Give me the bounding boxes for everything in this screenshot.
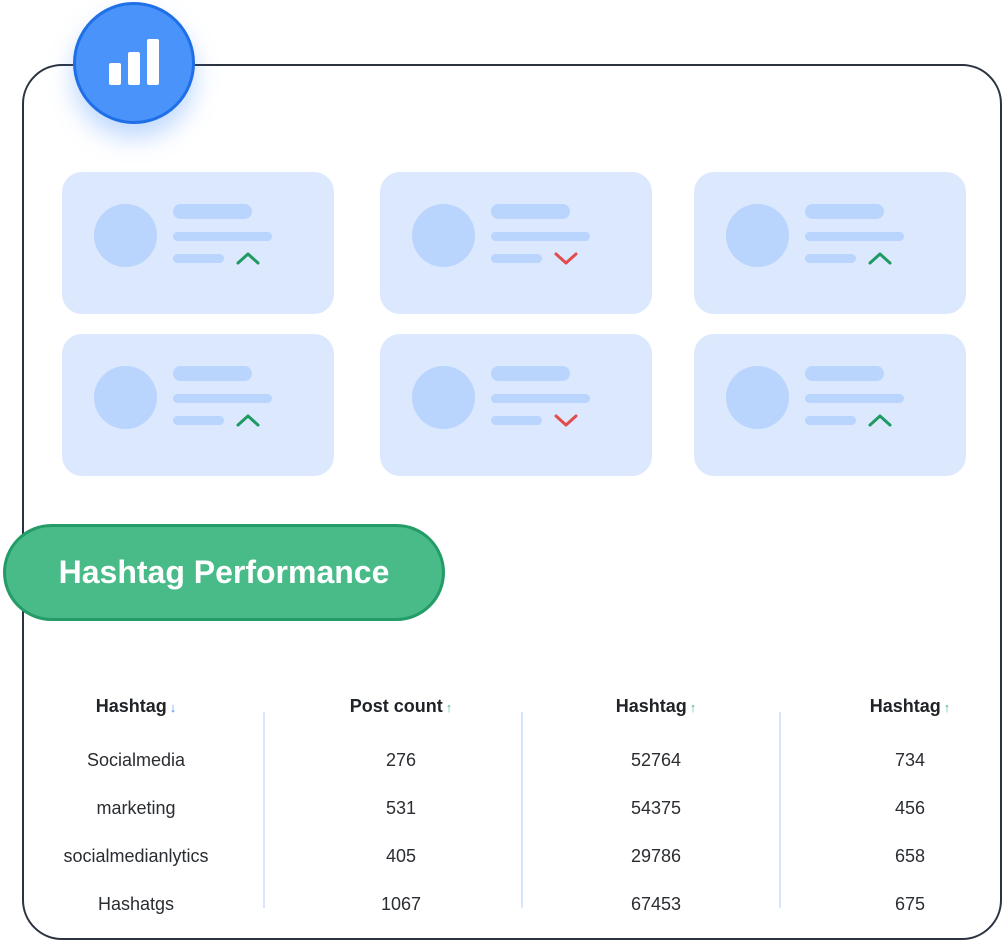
table-cell: 1067 (380, 894, 422, 914)
card-title-placeholder (805, 204, 884, 219)
chevron-down-icon (554, 252, 578, 265)
chevron-up-icon (868, 414, 892, 427)
metric-card (380, 172, 652, 314)
table-cell: 675 (894, 894, 926, 914)
card-avatar-placeholder (726, 366, 789, 429)
table-cell: 67453 (630, 894, 682, 914)
column-header[interactable]: Hashtag ↓ (26, 690, 246, 722)
table-cell: 54375 (630, 798, 682, 818)
sort-up-icon[interactable]: ↑ (690, 700, 697, 715)
section-title: Hashtag Performance (58, 554, 390, 590)
table-column: Hashtag ↑ 52764 54375 29786 67453 (546, 690, 766, 928)
card-line-placeholder (805, 394, 904, 403)
table-cell: 29786 (630, 846, 682, 866)
chevron-up-icon (236, 414, 260, 427)
table-cell: 456 (894, 798, 926, 818)
card-line-placeholder (491, 254, 542, 263)
metric-card (62, 334, 334, 476)
table-cell: 531 (385, 798, 417, 818)
column-header-label: Hashtag (615, 696, 687, 716)
card-line-placeholder (173, 232, 272, 241)
table-cell: marketing (96, 798, 176, 818)
table-cell: socialmedianlytics (63, 846, 209, 866)
card-line-placeholder (173, 254, 224, 263)
card-avatar-placeholder (412, 366, 475, 429)
section-title-pill: Hashtag Performance (3, 524, 445, 621)
column-divider (521, 712, 523, 908)
sort-down-icon[interactable]: ↓ (170, 700, 177, 715)
column-divider (263, 712, 265, 908)
table-column: Hashtag ↓ Socialmedia marketing socialmedian… (26, 690, 246, 928)
analytics-badge (73, 2, 195, 124)
column-header-label: Hashtag (869, 696, 941, 716)
sort-up-icon[interactable]: ↑ (446, 700, 453, 715)
column-header[interactable]: Hashtag ↑ (546, 690, 766, 722)
card-avatar-placeholder (412, 204, 475, 267)
table-cell: Socialmedia (86, 750, 186, 770)
table-cell: 658 (894, 846, 926, 866)
table-cell: Hashatgs (97, 894, 175, 914)
card-line-placeholder (805, 416, 856, 425)
table-column: Hashtag ↑ 734 456 658 675 (800, 690, 1005, 928)
card-title-placeholder (491, 204, 570, 219)
chevron-up-icon (236, 252, 260, 265)
table-column: Post count ↑ 276 531 405 1067 (291, 690, 511, 928)
metric-card (694, 172, 966, 314)
table-cell: 734 (894, 750, 926, 770)
card-line-placeholder (805, 254, 856, 263)
card-title-placeholder (173, 366, 252, 381)
metric-card (380, 334, 652, 476)
card-title-placeholder (805, 366, 884, 381)
table-cell: 52764 (630, 750, 682, 770)
card-line-placeholder (491, 416, 542, 425)
card-line-placeholder (491, 394, 590, 403)
metric-card (694, 334, 966, 476)
sort-up-icon[interactable]: ↑ (944, 700, 951, 715)
chevron-down-icon (554, 414, 578, 427)
table-cell: 276 (385, 750, 417, 770)
bar-chart-icon (109, 39, 159, 85)
card-avatar-placeholder (94, 366, 157, 429)
card-line-placeholder (491, 232, 590, 241)
card-title-placeholder (173, 204, 252, 219)
card-line-placeholder (805, 232, 904, 241)
metric-card (62, 172, 334, 314)
chevron-up-icon (868, 252, 892, 265)
column-header[interactable]: Hashtag ↑ (800, 690, 1005, 722)
column-header-label: Hashtag (95, 696, 167, 716)
card-title-placeholder (491, 366, 570, 381)
card-line-placeholder (173, 416, 224, 425)
table-cell: 405 (385, 846, 417, 866)
card-line-placeholder (173, 394, 272, 403)
column-header-label: Post count (349, 696, 443, 716)
column-divider (779, 712, 781, 908)
column-header[interactable]: Post count ↑ (291, 690, 511, 722)
card-avatar-placeholder (726, 204, 789, 267)
card-avatar-placeholder (94, 204, 157, 267)
